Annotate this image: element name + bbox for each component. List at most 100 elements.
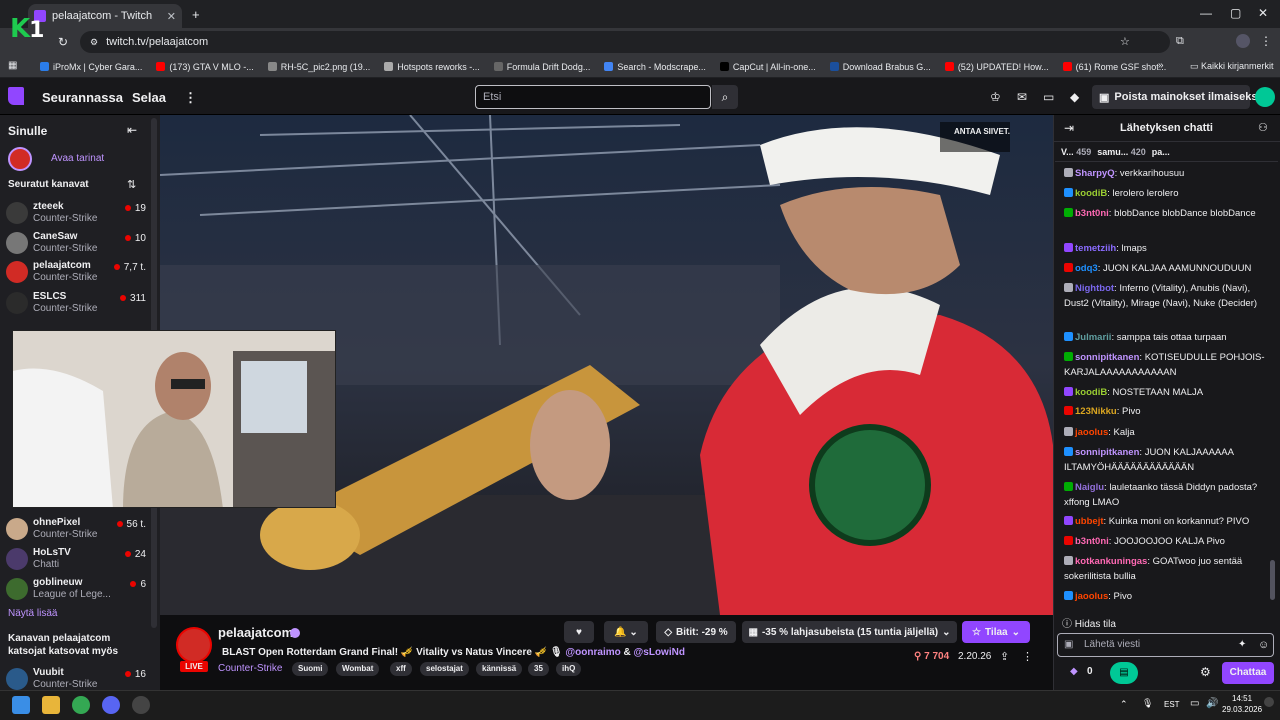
tab-close-icon[interactable]: ✕ <box>167 10 176 23</box>
reload-icon[interactable]: ↻ <box>58 35 68 49</box>
gift-sub-button[interactable]: ▦ -35 % lahjasubeista (15 tuntia jäljellä… <box>742 621 957 643</box>
followed-channel[interactable]: ohnePixel Counter-Strike 56 t. <box>6 515 146 543</box>
bookmark-item[interactable]: iProMx | Cyber Gara... <box>40 62 142 72</box>
mention-link[interactable]: @oonraimo <box>565 647 620 658</box>
chat-username[interactable]: b3nt0ni <box>1075 536 1109 547</box>
stream-tag[interactable]: Suomi <box>292 662 329 676</box>
followed-channel[interactable]: CaneSaw Counter-Strike 10 <box>6 229 146 257</box>
followed-channel[interactable]: HoLsTV Chatti 24 <box>6 545 146 573</box>
user-avatar[interactable] <box>1255 87 1275 107</box>
chat-message[interactable]: temetziih: lmaps <box>1064 241 1272 256</box>
chat-username[interactable]: Naiglu <box>1075 482 1104 493</box>
chat-username[interactable]: kotkankuningas <box>1075 556 1147 567</box>
chat-username[interactable]: b3nt0ni <box>1075 208 1109 219</box>
hype-entry[interactable]: V... 459 <box>1061 147 1091 157</box>
close-window-icon[interactable]: ✕ <box>1258 6 1268 20</box>
url-field[interactable]: ⚙ twitch.tv/pelaajatcom <box>80 31 1170 53</box>
show-more-link[interactable]: Näytä lisää <box>8 608 57 619</box>
stream-tag[interactable]: 35 <box>528 662 549 676</box>
chat-username[interactable]: jaoolus <box>1075 591 1108 602</box>
subscribe-button[interactable]: ☆ Tilaa ⌄ <box>962 621 1030 643</box>
chat-settings-icon[interactable]: ⚙ <box>1200 665 1211 679</box>
chat-username[interactable]: odq3 <box>1075 263 1098 274</box>
bookmark-item[interactable]: (173) GTA V MLO -... <box>156 62 254 72</box>
discord-icon[interactable] <box>102 696 120 714</box>
emote-picker-icon[interactable]: ☺ <box>1258 639 1269 651</box>
followed-channel[interactable]: zteeek Counter-Strike 19 <box>6 199 146 227</box>
collapse-chat-icon[interactable]: ⇥ <box>1064 121 1074 135</box>
twitch-logo-icon[interactable] <box>8 87 24 105</box>
badge-picker-icon[interactable]: ▣ <box>1064 639 1073 650</box>
chat-message[interactable]: sonnipitkanen: JUON KALJAAAAAA ILTAMYÖHÄ… <box>1064 445 1272 475</box>
volume-icon[interactable]: 🔊 <box>1206 698 1218 709</box>
stream-tag[interactable]: ihQ <box>556 662 582 676</box>
mention-link[interactable]: @sLowiNd <box>634 647 685 658</box>
minimize-icon[interactable]: — <box>1200 6 1212 20</box>
chat-username[interactable]: ubbejt <box>1075 516 1104 527</box>
keyboard-language[interactable]: EST <box>1164 700 1180 709</box>
chat-message[interactable]: koodiB: NOSTETAAN MALJA <box>1064 385 1272 400</box>
notification-bell-icon[interactable]: 🔔 ⌄ <box>604 621 648 643</box>
channel-name-title[interactable]: pelaajatcom <box>218 625 293 640</box>
sort-icon[interactable]: ⇅ <box>127 178 136 191</box>
heart-icon[interactable]: ♥ <box>564 621 594 643</box>
chat-username[interactable]: SharpyQ <box>1075 168 1115 179</box>
bits-button[interactable]: ◇ Bitit: -29 % <box>656 621 736 643</box>
nav-following[interactable]: Seurannassa <box>42 90 123 105</box>
followed-channel[interactable]: ESLCS Counter-Strike 311 <box>6 289 146 317</box>
steam-icon[interactable] <box>132 696 150 714</box>
bookmark-item[interactable]: Formula Drift Dodg... <box>493 62 590 72</box>
bookmark-item[interactable]: Download Brabus G... <box>829 62 931 72</box>
new-tab-icon[interactable]: + <box>192 7 200 22</box>
chat-username[interactable]: koodiB <box>1075 387 1107 398</box>
chat-message[interactable]: Julmarii: samppa tais ottaa turpaan <box>1064 330 1272 345</box>
chat-username[interactable]: sonnipitkanen <box>1075 352 1139 363</box>
chat-message[interactable]: jaoolus: Pivo <box>1064 589 1272 604</box>
bookmark-item[interactable]: (61) Rome GSF shot... <box>1062 62 1166 72</box>
channel-avatar-large[interactable] <box>176 627 212 663</box>
chat-message[interactable]: b3nt0ni: JOOJOOJOO KALJA Pivo <box>1064 534 1272 549</box>
stream-tag[interactable]: selostajat <box>420 662 469 676</box>
tray-chevron-icon[interactable]: ⌃ <box>1120 699 1128 710</box>
maximize-icon[interactable]: ▢ <box>1230 6 1241 20</box>
chat-message[interactable]: Naiglu: lauletaanko tässä Diddyn padosta… <box>1064 480 1272 510</box>
stream-tag[interactable]: kännissä <box>476 662 523 676</box>
bookmark-star-icon[interactable]: ☆ <box>1120 35 1130 48</box>
chrome-icon[interactable] <box>72 696 90 714</box>
site-info-icon[interactable]: ⚙ <box>90 37 98 48</box>
windows-start-icon[interactable] <box>12 696 30 714</box>
bonus-chest-icon[interactable]: ▤ <box>1110 662 1138 684</box>
chat-message[interactable]: ubbejt: Kuinka moni on korkannut? PIVO <box>1064 514 1272 529</box>
stream-tag[interactable]: xff <box>390 662 412 676</box>
collapse-sidebar-icon[interactable]: ⇤ <box>127 123 137 137</box>
chat-username[interactable]: Nightbot <box>1075 283 1114 294</box>
bookmark-item[interactable]: (52) UPDATED! How... <box>944 62 1049 72</box>
all-bookmarks-folder[interactable]: ▭ Kaikki kirjanmerkit <box>1190 61 1274 72</box>
taskbar-clock[interactable]: 14:51 29.03.2026 <box>1222 693 1262 715</box>
microphone-icon[interactable]: 🎙 <box>1142 698 1153 709</box>
notification-center-icon[interactable] <box>1264 697 1274 707</box>
bookmark-item[interactable]: CapCut | All-in-one... <box>719 62 816 72</box>
whispers-icon[interactable]: ▭ <box>1043 90 1054 104</box>
followed-channel[interactable]: pelaajatcom Counter-Strike 7,7 t. <box>6 258 146 286</box>
open-stories-link[interactable]: Avaa tarinat <box>51 153 104 164</box>
network-icon[interactable]: ▭ <box>1190 698 1199 709</box>
share-icon[interactable]: ⇪ <box>1000 650 1009 663</box>
bits-cheer-icon[interactable]: ✦ <box>1238 639 1246 650</box>
chat-username[interactable]: sonnipitkanen <box>1075 447 1139 458</box>
search-icon[interactable]: ⌕ <box>712 85 738 109</box>
bookmarks-overflow-icon[interactable]: » <box>1158 60 1164 71</box>
chat-username[interactable]: Julmarii <box>1075 332 1111 343</box>
channel-points-icon[interactable]: ◆ <box>1070 666 1078 677</box>
followed-channel[interactable]: goblineuw League of Lege... 6 <box>6 575 146 603</box>
chat-users-icon[interactable]: ⚇ <box>1258 121 1268 134</box>
extensions-icon[interactable]: ⧉ <box>1176 35 1184 48</box>
chat-message[interactable]: odq3: JUON KALJAA AAMUNNOUDUUN <box>1064 261 1272 276</box>
bookmark-item[interactable]: Search - Modscrape... <box>604 62 706 72</box>
more-options-icon[interactable]: ⋮ <box>1022 650 1033 663</box>
chat-message[interactable]: sonnipitkanen: KOTISEUDULLE POHJOIS-KARJ… <box>1064 350 1272 380</box>
bookmark-item[interactable]: Hotspots reworks -... <box>384 62 480 72</box>
chat-message[interactable]: jaoolus: Kalja <box>1064 425 1272 440</box>
adfree-button[interactable]: ▣ Poista mainokset ilmaiseksi <box>1092 85 1261 109</box>
bookmark-item[interactable]: RH-5C_pic2.png (19... <box>267 62 370 72</box>
